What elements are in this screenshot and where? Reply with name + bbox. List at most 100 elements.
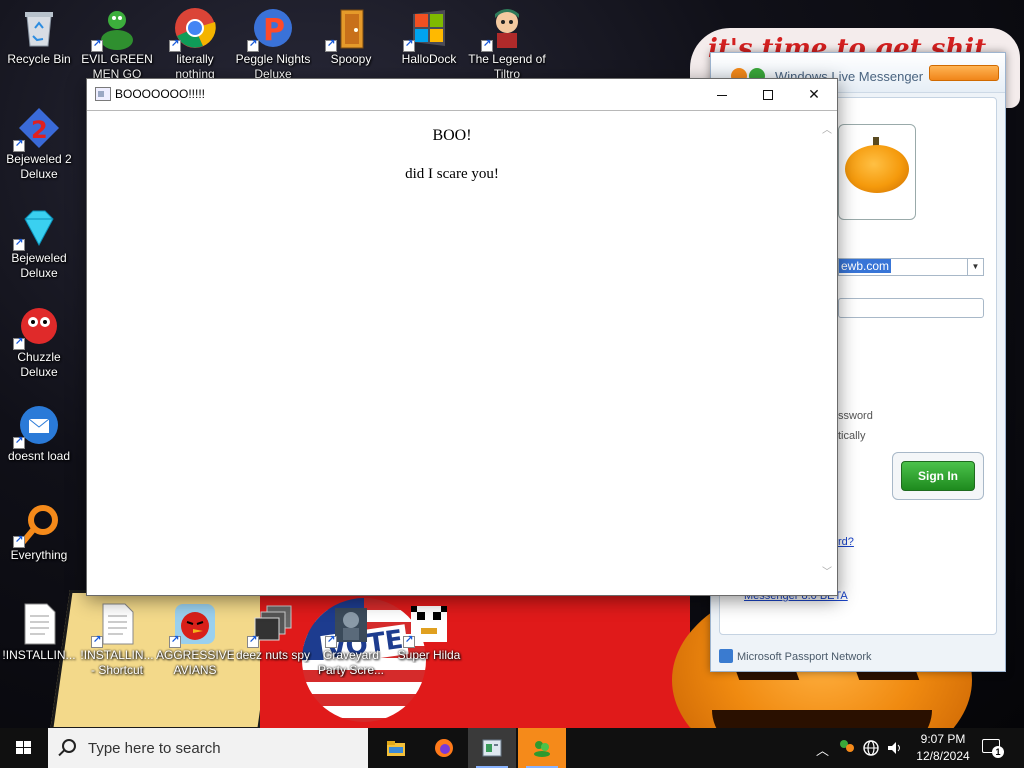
shortcut-arrow-icon: [247, 38, 259, 52]
door-icon: [325, 6, 373, 52]
bejeweled2-icon: 2: [13, 106, 61, 152]
windows-logo-icon: [403, 6, 451, 52]
tray-messenger-icon[interactable]: [838, 738, 856, 768]
recycle-bin-icon: [17, 6, 61, 50]
scroll-down-icon[interactable]: ﹀: [821, 567, 833, 579]
taskbar-html-viewer[interactable]: [468, 728, 516, 768]
scroll-up-icon[interactable]: ︿: [821, 125, 833, 137]
desktop-icon-label: Recycle Bin: [7, 52, 71, 66]
auto-sign-in-label[interactable]: tically: [838, 430, 866, 442]
desktop-icon-literally[interactable]: literally nothing: [156, 2, 234, 82]
shortcut-arrow-icon: [325, 634, 337, 648]
app-window-icon: [95, 87, 111, 101]
clock-time: 9:07 PM: [920, 732, 966, 746]
desktop-icon-recycle-bin[interactable]: Recycle Bin: [0, 2, 78, 67]
chevron-up-icon[interactable]: ︿: [816, 740, 829, 768]
peggle-icon: P: [247, 6, 295, 52]
notification-count-badge: 1: [992, 746, 1004, 758]
vertical-scrollbar[interactable]: ︿ ﹀: [817, 111, 837, 595]
desktop-icon-label: Bejeweled 2 Deluxe: [6, 152, 72, 181]
magnifier-icon: [13, 502, 61, 548]
desktop-icon-label: !INSTALLIN... - Shortcut: [80, 648, 154, 677]
desktop-icon-label: doesnt load: [7, 449, 71, 463]
window-title: BOOOOOOO!!!!!: [115, 87, 206, 101]
desktop-icon-peggle[interactable]: P Peggle Nights Deluxe: [234, 2, 312, 82]
text-file-icon: [17, 602, 61, 646]
pumpkin-mouth: [712, 710, 932, 728]
minimize-icon: [717, 94, 727, 96]
maximize-button[interactable]: [745, 79, 791, 110]
window-titlebar[interactable]: BOOOOOOO!!!!! ✕: [87, 79, 837, 110]
forgot-password-link[interactable]: rd?: [838, 536, 854, 548]
network-globe-icon[interactable]: [862, 739, 880, 768]
windows-start-icon: [16, 741, 32, 755]
svg-text:2: 2: [31, 116, 48, 144]
desktop-icon-spoopy[interactable]: Spoopy: [312, 2, 390, 67]
desktop-icon-label: Everything: [10, 548, 68, 562]
avatar[interactable]: [838, 124, 916, 220]
messenger-icon: [534, 741, 550, 757]
clock-date: 12/8/2024: [916, 749, 970, 763]
boo-window[interactable]: BOOOOOOO!!!!! ✕ BOO! did I scare you! ︿ …: [86, 78, 838, 596]
desktop-icon-installing[interactable]: !INSTALLIN...: [0, 598, 78, 663]
thunderbird-icon: [13, 403, 61, 449]
desktop-icon-label: AGGRESSIVE AVIANS: [156, 648, 234, 677]
minimize-button[interactable]: [699, 79, 745, 110]
desktop-icon-label: Graveyard Party Scre...: [317, 648, 385, 677]
desktop-icon-super-hilda[interactable]: Super Hilda: [390, 598, 468, 663]
desktop-icon-bejeweled2[interactable]: 2 Bejeweled 2 Deluxe: [0, 102, 78, 182]
chrome-icon: [169, 6, 217, 52]
passport-text: Microsoft Passport Network: [737, 651, 872, 663]
shortcut-arrow-icon: [13, 534, 25, 548]
shortcut-arrow-icon: [403, 38, 415, 52]
desktop-icon-label: Bejeweled Deluxe: [11, 251, 67, 280]
file-explorer-icon: [387, 741, 405, 756]
taskbar-file-explorer[interactable]: [372, 728, 420, 768]
shortcut-arrow-icon: [169, 634, 181, 648]
shortcut-arrow-icon: [247, 634, 259, 648]
desktop-icon-bejeweled[interactable]: Bejeweled Deluxe: [0, 201, 78, 281]
taskbar-search[interactable]: Type here to search: [48, 728, 368, 768]
shortcut-arrow-icon: [13, 336, 25, 350]
shortcut-arrow-icon: [403, 634, 415, 648]
shortcut-arrow-icon: [325, 38, 337, 52]
email-field[interactable]: ewb.com ▼: [838, 258, 984, 276]
start-button[interactable]: [0, 728, 48, 768]
system-clock[interactable]: 9:07 PM 12/8/2024: [912, 731, 974, 765]
desktop-icon-graveyard[interactable]: Graveyard Party Scre...: [312, 598, 390, 678]
remember-password-label[interactable]: ssword: [838, 410, 873, 422]
desktop-icon-deez-nuts[interactable]: deez nuts spy: [234, 598, 312, 663]
messenger-window-controls[interactable]: [929, 65, 999, 81]
chevron-down-icon[interactable]: ▼: [967, 259, 983, 275]
shortcut-arrow-icon: [91, 38, 103, 52]
svg-text:P: P: [263, 13, 285, 48]
page-content: BOO! did I scare you! ︿ ﹀: [87, 110, 837, 595]
passport-icon: [719, 649, 733, 663]
desktop-icon-evil-green[interactable]: EVIL GREEN MEN GO: [78, 2, 156, 82]
html-viewer-icon: [482, 739, 502, 757]
shortcut-arrow-icon: [13, 138, 25, 152]
adventurer-icon: [481, 6, 529, 52]
volume-icon[interactable]: [886, 739, 904, 768]
close-button[interactable]: ✕: [791, 79, 837, 110]
taskbar: Type here to search ︿ 9:07 PM 12/8/2024 …: [0, 728, 1024, 768]
diamond-icon: [13, 205, 61, 251]
desktop-icon-label: deez nuts spy: [235, 648, 311, 662]
desktop-icon-aggressive-avians[interactable]: AGGRESSIVE AVIANS: [156, 598, 234, 678]
shortcut-arrow-icon: [13, 237, 25, 251]
search-placeholder: Type here to search: [88, 740, 221, 757]
taskbar-messenger[interactable]: [518, 728, 566, 768]
desktop-icon-label: Spoopy: [330, 52, 372, 66]
desktop-icon-installing-shortcut[interactable]: !INSTALLIN... - Shortcut: [78, 598, 156, 678]
desktop-icon-legend[interactable]: The Legend of Tiltro: [468, 2, 546, 82]
taskbar-firefox[interactable]: [420, 728, 468, 768]
pixel-character-icon: [403, 602, 451, 648]
text-file-icon: [91, 602, 139, 648]
password-field[interactable]: [838, 298, 984, 318]
desktop-icon-everything[interactable]: Everything: [0, 498, 78, 563]
sign-in-button[interactable]: Sign In: [901, 461, 975, 491]
desktop-icon-hallodock[interactable]: HalloDock: [390, 2, 468, 67]
desktop-icon-chuzzle[interactable]: Chuzzle Deluxe: [0, 300, 78, 380]
desktop-icon-label: HalloDock: [401, 52, 457, 66]
desktop-icon-doesnt-load[interactable]: doesnt load: [0, 399, 78, 464]
